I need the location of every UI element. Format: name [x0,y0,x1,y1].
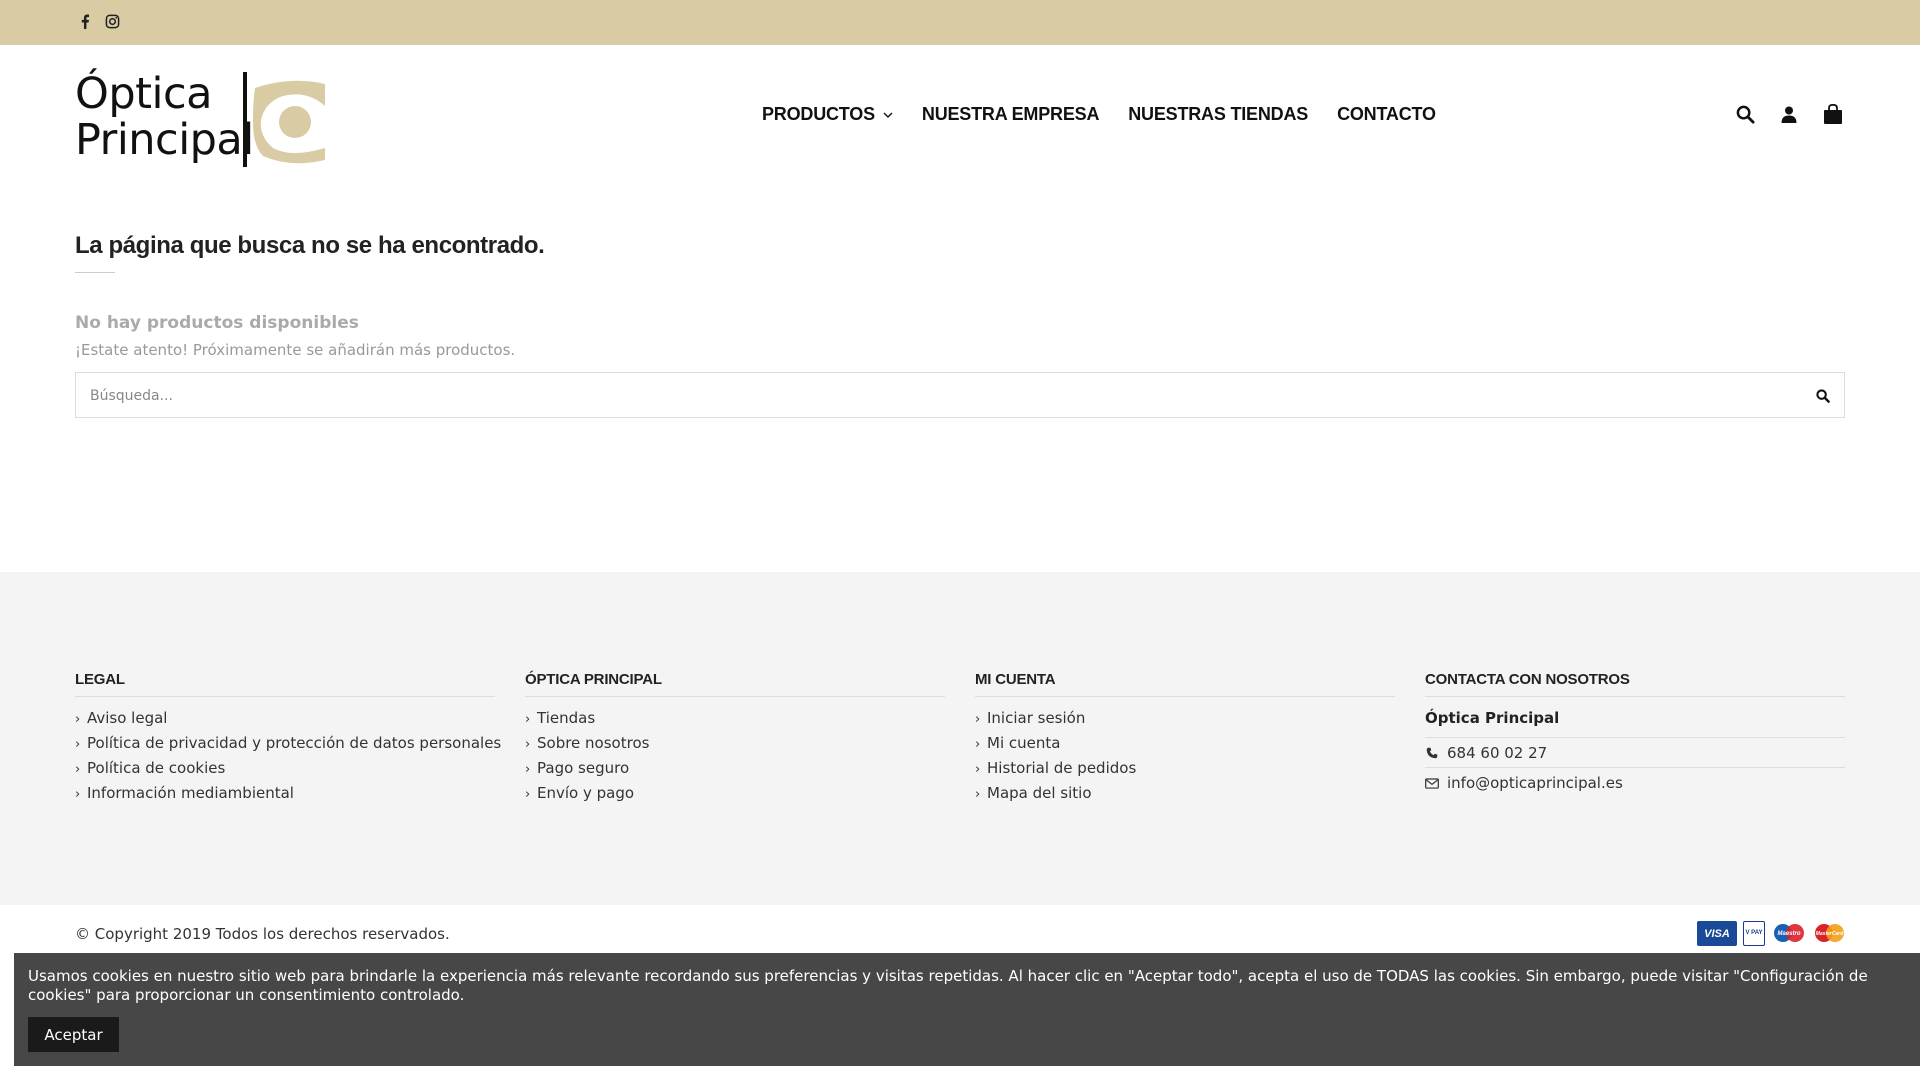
page-title: La página que busca no se ha encontrado. [75,232,545,259]
nav-nuestra-empresa[interactable]: NUESTRA EMPRESA [921,104,1100,125]
footer-link-label: Iniciar sesión [987,709,1086,727]
envelope-icon [1425,777,1439,789]
chevron-right-icon: › [525,787,531,802]
nav-productos-label: PRODUCTOS [762,104,875,124]
logo-line-1: Óptica [75,69,212,119]
footer-link[interactable]: › Sobre nosotros [525,734,945,759]
no-products-title: No hay productos disponibles [75,313,359,333]
footer-link[interactable]: › Mapa del sitio [975,784,1395,809]
footer-link-label: Tiendas [537,709,596,727]
maestro-icon: Maestro [1771,921,1807,946]
footer: LEGAL › Aviso legal › Política de privacid… [0,572,1920,905]
search-icon[interactable] [1734,103,1756,125]
instagram-icon[interactable] [105,14,120,33]
footer-link-label: Mi cuenta [987,734,1061,752]
contact-email-row: info@opticaprincipal.es [1425,768,1845,797]
chevron-right-icon: › [525,762,531,777]
footer-link-label: Mapa del sitio [987,784,1092,802]
vpay-label: V PAY [1745,930,1763,936]
contact-phone[interactable]: 684 60 02 27 [1447,744,1547,762]
user-icon[interactable] [1778,103,1800,125]
visa-icon: VISA [1697,921,1737,946]
logo[interactable]: Óptica Principal [75,70,330,170]
footer-links: › Aviso legal › Política de privacidad y p… [75,709,501,809]
footer-link-label: Información mediambiental [87,784,294,802]
search-input[interactable] [90,385,1790,407]
footer-link-label: Sobre nosotros [537,734,650,752]
footer-column-optica: ÓPTICA PRINCIPAL › Tiendas › Sobre nosotro… [525,671,945,809]
vpay-icon: V PAY [1743,921,1765,946]
search-form [75,372,1845,418]
mastercard-label: MasterCard [1815,930,1844,937]
footer-link-label: Historial de pedidos [987,759,1137,777]
footer-link[interactable]: › Envío y pago [525,784,945,809]
contact-company-name: Óptica Principal [1425,709,1845,738]
header-icons [1734,103,1844,125]
title-underline [75,272,115,273]
nav-nuestra-empresa-label: NUESTRA EMPRESA [921,104,1100,124]
chevron-right-icon: › [975,762,981,777]
chevron-down-icon [883,108,893,122]
payment-methods: VISA V PAY Maestro MasterCard [1697,921,1846,946]
maestro-label: Maestro [1777,930,1801,937]
footer-column-mi-cuenta: MI CUENTA › Iniciar sesión › Mi cuenta › Hi… [975,671,1395,809]
chevron-right-icon: › [75,737,81,752]
no-products-subtitle: ¡Estate atento! Próximamente se añadirán… [75,341,516,359]
footer-links: › Tiendas › Sobre nosotros › Pago seguro › E… [525,709,945,809]
shopping-bag-icon[interactable] [1822,103,1844,125]
contact-phone-row: 684 60 02 27 [1425,738,1845,768]
footer-column-title: CONTACTA CON NOSOTROS [1425,671,1845,697]
footer-link[interactable]: › Pago seguro [525,759,945,784]
footer-column-title: LEGAL [75,671,495,697]
footer-link-label: Política de privacidad y protección de d… [87,734,502,752]
footer-link-label: Pago seguro [537,759,630,777]
footer-column-legal: LEGAL › Aviso legal › Política de privacid… [75,671,501,809]
logo-line-2: Principal [75,115,254,165]
top-bar [0,0,1920,45]
chevron-right-icon: › [525,712,531,727]
footer-column-title: MI CUENTA [975,671,1395,697]
accept-cookies-button[interactable]: Aceptar [28,1017,119,1052]
footer-link-label: Aviso legal [87,709,168,727]
nav-productos[interactable]: PRODUCTOS [762,104,893,125]
logo-bar [243,72,247,167]
cookie-banner: Usamos cookies en nuestro sitio web para… [14,953,1920,1066]
bottom-bar: © Copyright 2019 Todos los derechos rese… [0,905,1920,953]
mastercard-icon: MasterCard [1813,921,1846,946]
contact-email[interactable]: info@opticaprincipal.es [1447,774,1623,792]
nav-nuestras-tiendas[interactable]: NUESTRAS TIENDAS [1128,104,1308,125]
footer-link[interactable]: › Historial de pedidos [975,759,1395,784]
copyright: © Copyright 2019 Todos los derechos rese… [75,925,450,943]
nav-nuestras-tiendas-label: NUESTRAS TIENDAS [1128,104,1309,124]
chevron-right-icon: › [75,787,81,802]
nav-contacto-label: CONTACTO [1337,104,1436,124]
cookie-text: Usamos cookies en nuestro sitio web para… [28,967,1868,1004]
phone-icon [1425,747,1439,759]
search-submit-icon[interactable] [1812,385,1834,407]
chevron-right-icon: › [75,712,81,727]
footer-column-title: ÓPTICA PRINCIPAL [525,671,945,697]
chevron-right-icon: › [975,712,981,727]
footer-link-label: Envío y pago [537,784,635,802]
eye-logo-icon [253,80,325,164]
footer-column-contact: CONTACTA CON NOSOTROS Óptica Principal 6… [1425,671,1845,797]
chevron-right-icon: › [975,737,981,752]
footer-link[interactable]: › Política de cookies [75,759,495,784]
chevron-right-icon: › [975,787,981,802]
chevron-right-icon: › [525,737,531,752]
footer-link[interactable]: › Tiendas [525,709,945,734]
footer-link[interactable]: › Iniciar sesión [975,709,1395,734]
footer-link[interactable]: › Información mediambiental [75,784,495,809]
facebook-icon[interactable] [80,14,90,33]
footer-link-label: Política de cookies [87,759,226,777]
footer-link[interactable]: › Política de privacidad y protección de … [75,734,501,759]
footer-links: › Iniciar sesión › Mi cuenta › Historial de… [975,709,1395,809]
footer-link[interactable]: › Mi cuenta [975,734,1395,759]
chevron-right-icon: › [75,762,81,777]
nav-contacto[interactable]: CONTACTO [1337,104,1436,125]
main-nav: PRODUCTOS NUESTRA EMPRESA NUESTRAS TIEND… [762,104,1436,125]
footer-link[interactable]: › Aviso legal [75,709,495,734]
